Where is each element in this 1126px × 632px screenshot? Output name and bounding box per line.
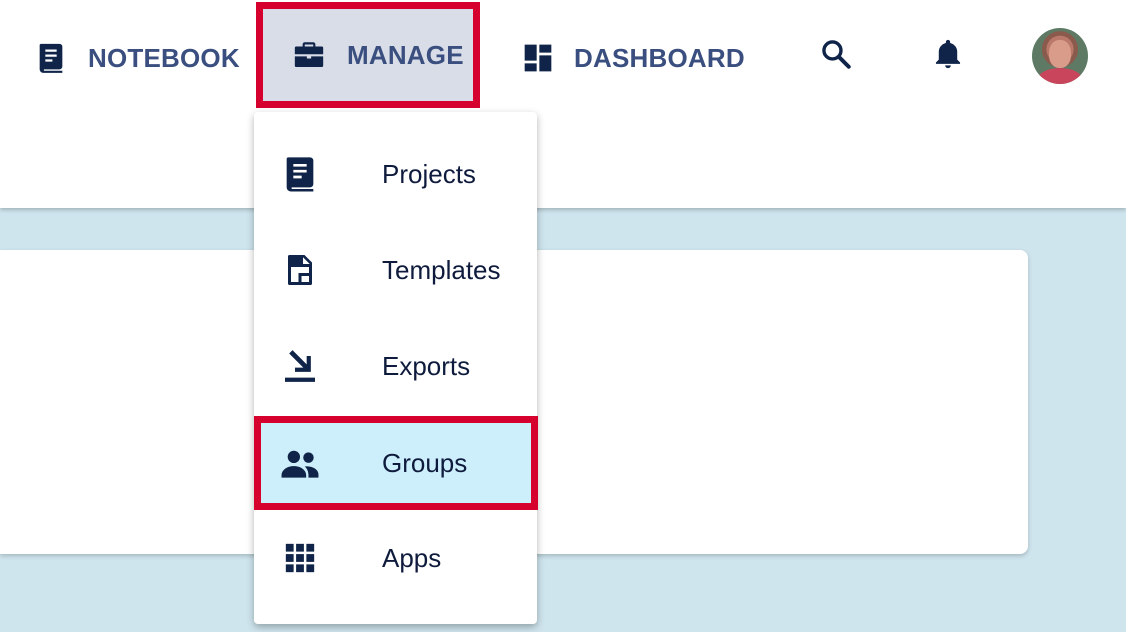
nav-manage[interactable]: MANAGE <box>256 2 480 108</box>
menu-item-label: Templates <box>382 254 501 285</box>
nav-notebook-label: NOTEBOOK <box>88 42 240 73</box>
search-button[interactable] <box>812 32 860 80</box>
template-icon <box>280 250 320 290</box>
manage-dropdown-menu: Projects Templates Exports Groups Apps <box>254 112 538 624</box>
menu-item-apps[interactable]: Apps <box>254 510 537 606</box>
menu-item-projects[interactable]: Projects <box>254 126 537 222</box>
briefcase-icon <box>291 38 327 72</box>
notifications-button[interactable] <box>924 32 972 80</box>
top-navigation-bar: NOTEBOOK MANAGE DASHBOARD <box>0 0 1126 208</box>
menu-item-exports[interactable]: Exports <box>254 318 537 414</box>
nav-dashboard[interactable]: DASHBOARD <box>522 8 745 108</box>
user-avatar[interactable] <box>1032 28 1088 84</box>
book-icon <box>34 41 68 75</box>
nav-notebook[interactable]: NOTEBOOK <box>34 8 240 108</box>
menu-item-label: Exports <box>382 350 471 381</box>
menu-item-label: Projects <box>382 158 476 189</box>
apps-grid-icon <box>280 538 320 578</box>
menu-item-templates[interactable]: Templates <box>254 222 537 318</box>
app-page: NOTEBOOK MANAGE DASHBOARD Projects Templ… <box>0 0 1126 632</box>
book-icon <box>280 154 320 194</box>
avatar-face <box>1049 40 1071 68</box>
menu-item-groups[interactable]: Groups <box>254 416 538 510</box>
search-icon <box>819 37 853 76</box>
dashboard-icon <box>522 42 554 74</box>
export-icon <box>280 346 320 386</box>
menu-item-label: Apps <box>382 542 442 573</box>
avatar-shirt <box>1038 68 1082 84</box>
groups-icon <box>280 443 320 483</box>
bell-icon <box>931 36 965 77</box>
nav-manage-label: MANAGE <box>347 39 464 70</box>
nav-dashboard-label: DASHBOARD <box>574 42 745 73</box>
menu-item-label: Groups <box>382 447 468 478</box>
